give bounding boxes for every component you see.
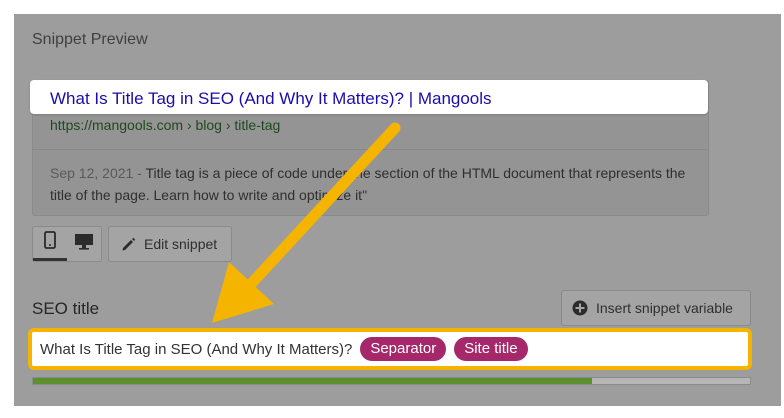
insert-snippet-variable-button[interactable]: Insert snippet variable [561, 290, 751, 326]
seo-title-length-progress [32, 377, 751, 385]
panel-heading: Snippet Preview [32, 31, 148, 48]
seo-title-label: SEO title [32, 299, 100, 318]
snippet-date: Sep 12, 2021 - [50, 165, 146, 181]
edit-snippet-label: Edit snippet [144, 236, 218, 252]
seo-title-input-text: What Is Title Tag in SEO (And Why It Mat… [40, 340, 353, 358]
desktop-preview-button[interactable] [67, 227, 101, 261]
snippet-description: Sep 12, 2021 - Title tag is a piece of c… [50, 162, 690, 206]
site-title-variable-pill[interactable]: Site title [454, 337, 528, 361]
desktop-icon [74, 233, 94, 255]
snippet-title-link[interactable]: What Is Title Tag in SEO (And Why It Mat… [50, 89, 492, 109]
snippet-url: https://mangools.com › blog › title-tag [50, 117, 281, 133]
plus-circle-icon [572, 300, 588, 316]
edit-snippet-button[interactable]: Edit snippet [108, 226, 232, 262]
device-toggle [32, 226, 102, 262]
snippet-description-text: Title tag is a piece of code under the s… [50, 165, 686, 203]
insert-snippet-variable-label: Insert snippet variable [596, 300, 733, 316]
mobile-preview-button[interactable] [33, 227, 67, 261]
seo-title-length-progress-fill [33, 378, 593, 384]
snippet-divider [32, 149, 707, 150]
mobile-icon [44, 231, 56, 254]
seo-title-input[interactable]: What Is Title Tag in SEO (And Why It Mat… [28, 328, 752, 370]
pencil-icon [121, 237, 136, 252]
separator-variable-pill[interactable]: Separator [360, 337, 447, 361]
